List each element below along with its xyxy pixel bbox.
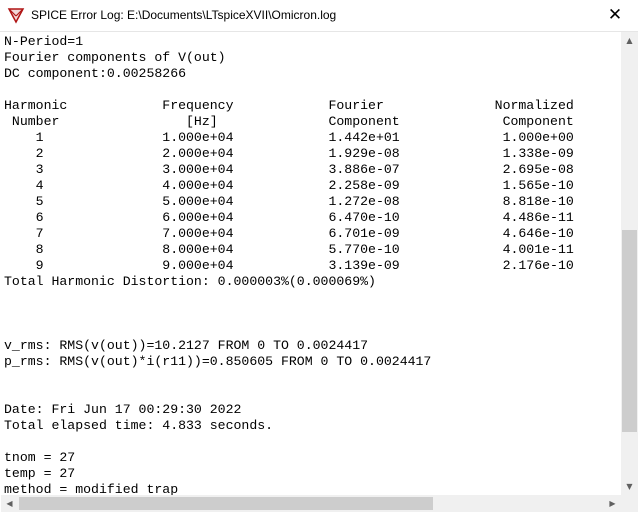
log-line: Total elapsed time: 4.833 seconds. — [4, 418, 274, 433]
log-line: Harmonic Frequency Fourier Normalized — [4, 98, 574, 113]
horizontal-scrollbar[interactable]: ◀ ▶ — [1, 495, 621, 512]
log-line: 2 2.000e+04 1.929e-08 1.338e-09 — [4, 146, 574, 161]
close-icon: ✕ — [607, 5, 623, 25]
log-line: p_rms: RMS(v(out)*i(r11))=0.850605 FROM … — [4, 354, 432, 369]
log-line: 9 9.000e+04 3.139e-09 2.176e-10 — [4, 258, 574, 273]
log-line: Number [Hz] Component Component — [4, 114, 574, 129]
log-line: 6 6.000e+04 6.470e-10 4.486e-11 — [4, 210, 574, 225]
log-line: 3 3.000e+04 3.886e-07 2.695e-08 — [4, 162, 574, 177]
log-line: Date: Fri Jun 17 00:29:30 2022 — [4, 402, 242, 417]
log-line: tnom = 27 — [4, 450, 76, 465]
vertical-scroll-thumb[interactable] — [622, 230, 637, 432]
scroll-left-arrow-icon[interactable]: ◀ — [1, 495, 18, 512]
log-line: DC component:0.00258266 — [4, 66, 187, 81]
scroll-right-arrow-icon[interactable]: ▶ — [604, 495, 621, 512]
close-button[interactable]: ✕ — [592, 0, 638, 31]
log-line: 8 8.000e+04 5.770e-10 4.001e-11 — [4, 242, 574, 257]
ltspice-app-icon — [7, 8, 25, 24]
window-title: SPICE Error Log: E:\Documents\LTspiceXVI… — [31, 8, 337, 22]
log-line: temp = 27 — [4, 466, 76, 481]
scrollbar-corner — [621, 495, 638, 512]
title-bar[interactable]: SPICE Error Log: E:\Documents\LTspiceXVI… — [0, 0, 638, 32]
log-content: N-Period=1 Fourier components of V(out) … — [1, 32, 621, 495]
horizontal-scroll-thumb[interactable] — [19, 497, 433, 510]
log-text-area[interactable]: N-Period=1 Fourier components of V(out) … — [1, 32, 621, 495]
log-line: 5 5.000e+04 1.272e-08 8.818e-10 — [4, 194, 574, 209]
log-line: 1 1.000e+04 1.442e+01 1.000e+00 — [4, 130, 574, 145]
vertical-scrollbar[interactable]: ▲ ▼ — [621, 32, 638, 495]
log-line: method = modified trap — [4, 482, 179, 495]
log-line: 7 7.000e+04 6.701e-09 4.646e-10 — [4, 226, 574, 241]
log-line: Fourier components of V(out) — [4, 50, 226, 65]
scroll-up-arrow-icon[interactable]: ▲ — [621, 32, 638, 49]
log-line: v_rms: RMS(v(out))=10.2127 FROM 0 TO 0.0… — [4, 338, 369, 353]
log-line: 4 4.000e+04 2.258e-09 1.565e-10 — [4, 178, 574, 193]
log-line: N-Period=1 — [4, 34, 84, 49]
log-line: Total Harmonic Distortion: 0.000003%(0.0… — [4, 274, 376, 289]
scroll-down-arrow-icon[interactable]: ▼ — [621, 478, 638, 495]
